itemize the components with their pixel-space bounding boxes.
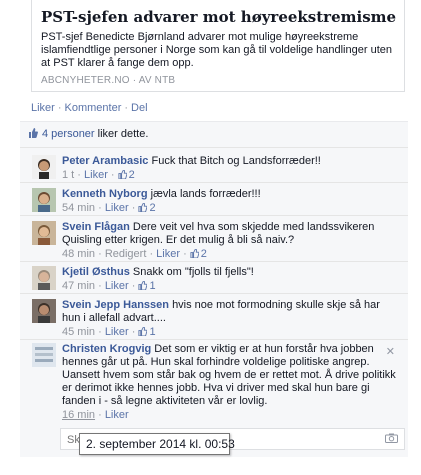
source-separator: · [132, 75, 137, 86]
avatar[interactable] [32, 343, 56, 367]
comment-like-link[interactable]: Liker [105, 409, 129, 421]
comment-link[interactable]: Kommenter [65, 102, 122, 114]
avatar[interactable] [32, 188, 56, 212]
comment-body: Kjetil Østhus Snakk om "fjolls til fjell… [62, 266, 397, 279]
comment-meta: 16 min · Liker [62, 409, 129, 421]
comment-author[interactable]: Kenneth Nyborg [62, 188, 148, 200]
comment-like-count[interactable]: 1 [149, 326, 155, 338]
thumbs-up-icon [138, 327, 148, 336]
timestamp-tooltip: 2. september 2014 kl. 00:53 [79, 433, 235, 455]
avatar-image [32, 299, 56, 323]
link-via: AV NTB [138, 75, 176, 86]
comment-text: jævla lands forræder!!! [150, 188, 261, 200]
comment-like-link[interactable]: Liker [105, 280, 129, 292]
likes-summary: 4 personer liker dette. [28, 128, 148, 140]
comment-body: Svein Flågan Dere veit vel hva som skjed… [62, 221, 397, 247]
comment-body: Peter Arambasic Fuck that Bitch og Lands… [62, 155, 397, 168]
divider [20, 147, 408, 148]
comment-like-count[interactable]: 2 [129, 169, 135, 181]
comment-meta: 1 t · Liker · 2 [62, 169, 135, 181]
post-actions: Liker · Kommenter · Del [31, 102, 148, 114]
divider [20, 261, 408, 262]
comment-time[interactable]: 47 min [62, 280, 95, 292]
avatar-image [32, 188, 56, 212]
likes-suffix: liker dette. [94, 128, 149, 140]
link-source: ABCNYHETER.NO · AV NTB [41, 75, 175, 86]
comment-body: Christen Krogvig Det som er viktig er at… [62, 343, 397, 408]
divider [20, 182, 408, 183]
comment-time[interactable]: 54 min [62, 202, 95, 214]
comment-author[interactable]: Peter Arambasic [62, 155, 148, 167]
comment-time[interactable]: 45 min [62, 326, 95, 338]
avatar-image [32, 266, 56, 290]
avatar-image [32, 221, 56, 245]
comment-like-count[interactable]: 2 [201, 248, 207, 260]
link-description: PST-sjef Benedicte Bjørnland advarer mot… [41, 31, 392, 69]
shared-link-card[interactable]: PST-sjefen advarer mot høyreekstremisme … [31, 0, 405, 92]
comment-author[interactable]: Christen Krogvig [62, 343, 151, 355]
comment-meta: 45 min · Liker · 1 [62, 326, 156, 338]
avatar-image [32, 343, 56, 367]
comment-meta: 48 min · Redigert · Liker · 2 [62, 248, 207, 260]
comment-time[interactable]: 16 min [62, 409, 95, 421]
edited-label[interactable]: Redigert [105, 248, 147, 260]
divider [20, 293, 408, 294]
comment-like-link[interactable]: Liker [105, 202, 129, 214]
link-domain: ABCNYHETER.NO [41, 75, 130, 86]
comment-author[interactable]: Svein Jepp Hanssen [62, 299, 169, 311]
likers-link[interactable]: 4 personer [42, 128, 95, 140]
close-icon[interactable]: ✕ [386, 345, 395, 358]
action-dot: · [57, 102, 62, 114]
divider [20, 215, 408, 216]
thumbs-up-icon [29, 128, 38, 138]
comment-like-link[interactable]: Liker [156, 248, 180, 260]
comment-body: Kenneth Nyborg jævla lands forræder!!! [62, 188, 397, 201]
avatar-image [32, 155, 56, 179]
camera-icon[interactable] [385, 433, 398, 443]
like-post-link[interactable]: Liker [31, 102, 55, 114]
avatar[interactable] [32, 299, 56, 323]
thumbs-up-icon [190, 249, 199, 258]
link-title[interactable]: PST-sjefen advarer mot høyreekstremisme [41, 8, 396, 26]
comment-like-link[interactable]: Liker [105, 326, 129, 338]
comment-like-link[interactable]: Liker [84, 169, 108, 181]
feedback-panel: 4 personer liker dette. Peter Arambasic … [20, 121, 408, 457]
comment-text: Snakk om "fjolls til fjells"! [132, 266, 254, 278]
action-dot: · [124, 102, 129, 114]
comment-like-count[interactable]: 2 [149, 202, 155, 214]
comment-body: Svein Jepp Hanssen hvis noe mot formodni… [62, 299, 397, 325]
comment-time[interactable]: 48 min [62, 248, 95, 260]
comment-meta: 54 min · Liker · 2 [62, 202, 156, 214]
thumbs-up-icon [118, 170, 127, 179]
avatar[interactable] [32, 221, 56, 245]
avatar[interactable] [32, 266, 56, 290]
comment-meta: 47 min · Liker · 1 [62, 280, 156, 292]
comment-author[interactable]: Kjetil Østhus [62, 266, 130, 278]
thumbs-up-icon [138, 281, 148, 290]
comment-like-count[interactable]: 1 [149, 280, 155, 292]
comment-text: Fuck that Bitch og Landsforræder!! [151, 155, 321, 167]
thumbs-up-icon [138, 203, 148, 212]
comment-time[interactable]: 1 t [62, 169, 74, 181]
avatar[interactable] [32, 155, 56, 179]
divider [20, 339, 408, 340]
share-link[interactable]: Del [131, 102, 148, 114]
comment-author[interactable]: Svein Flågan [62, 221, 130, 233]
